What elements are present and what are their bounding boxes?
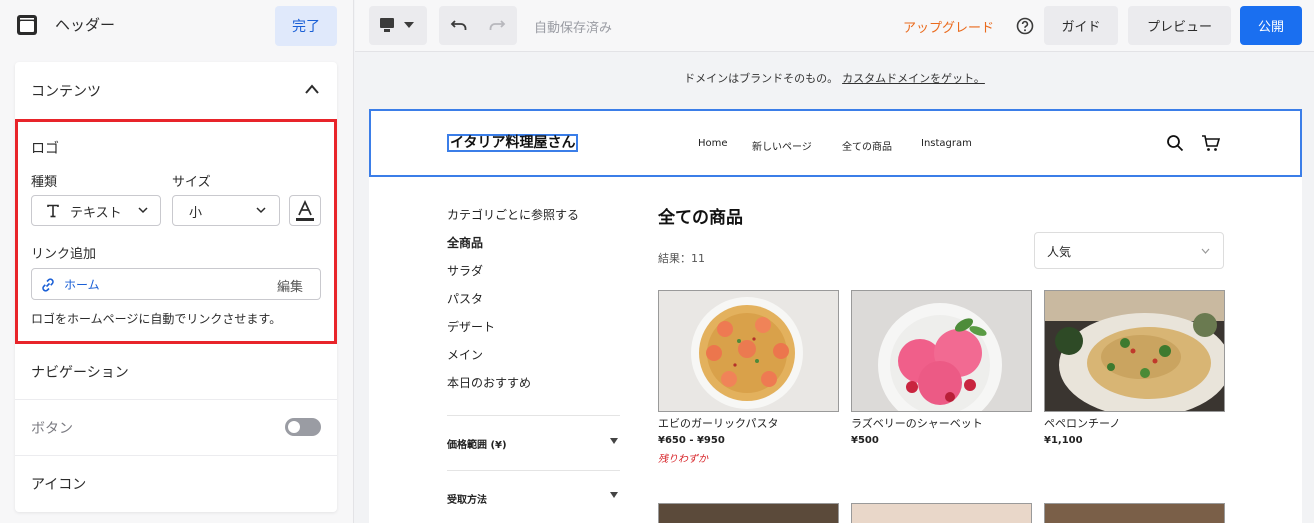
nav-home[interactable]: Home xyxy=(698,138,728,149)
contents-section-title: コンテンツ xyxy=(31,84,101,100)
guide-button[interactable]: ガイド xyxy=(1044,6,1118,45)
panel-header: ヘッダー 完了 xyxy=(0,0,354,52)
product-name[interactable]: ラズベリーのシャーベット xyxy=(851,415,983,431)
font-color-icon xyxy=(296,200,314,221)
product-image[interactable] xyxy=(851,290,1032,412)
category-salad[interactable]: サラダ xyxy=(447,262,483,279)
font-color-button[interactable] xyxy=(289,195,321,226)
product-name[interactable]: ペペロンチーノ xyxy=(1044,415,1120,431)
navigation-section[interactable]: ナビゲーション xyxy=(31,362,129,382)
divider xyxy=(15,399,337,400)
settings-panel: ヘッダー 完了 コンテンツ ロゴ 種類 サイズ テキスト 小 リンク追加 ホーム… xyxy=(0,0,354,523)
logo-link-value: ホーム xyxy=(64,278,100,292)
desktop-icon xyxy=(380,18,414,32)
chevron-down-icon xyxy=(138,207,148,214)
history-controls xyxy=(439,6,517,45)
icon-section[interactable]: アイコン xyxy=(31,474,86,494)
category-main[interactable]: メイン xyxy=(447,346,483,363)
logo-link-hint: ロゴをホームページに自動でリンクさせます。 xyxy=(31,312,282,326)
chevron-down-icon xyxy=(256,207,266,214)
product-price: ¥500 xyxy=(851,435,879,446)
link-icon xyxy=(42,278,54,292)
custom-domain-link[interactable]: カスタムドメインをゲット。 xyxy=(842,72,985,85)
product-image[interactable] xyxy=(658,290,839,412)
logo-link-field[interactable]: ホーム 編集 xyxy=(31,268,321,300)
logo-section-title: ロゴ xyxy=(31,141,59,157)
size-label: サイズ xyxy=(172,175,211,190)
done-button[interactable]: 完了 xyxy=(275,6,337,46)
undo-icon[interactable] xyxy=(450,18,468,32)
low-stock-badge: 残りわずか xyxy=(658,454,708,465)
upgrade-link[interactable]: アップグレード xyxy=(903,17,994,36)
logo-size-value: 小 xyxy=(189,206,203,221)
category-today[interactable]: 本日のおすすめ xyxy=(447,374,531,391)
logo-type-value: テキスト xyxy=(70,206,122,221)
search-icon[interactable] xyxy=(1166,134,1184,152)
redo-icon[interactable] xyxy=(488,18,506,32)
pickup-filter[interactable]: 受取方法 xyxy=(447,491,487,506)
site-preview: イタリア料理屋さん Home 新しいページ 全ての商品 Instagram カテ… xyxy=(369,109,1302,523)
site-logo[interactable]: イタリア料理屋さん xyxy=(447,134,579,152)
contents-card: コンテンツ ロゴ 種類 サイズ テキスト 小 リンク追加 ホーム 編集 ロゴをホ… xyxy=(15,62,337,512)
nav-all-products[interactable]: 全ての商品 xyxy=(842,138,892,153)
cart-icon[interactable] xyxy=(1201,134,1221,152)
sort-value: 人気 xyxy=(1047,245,1072,259)
shrimp-pasta-photo xyxy=(659,291,838,411)
help-icon[interactable] xyxy=(1016,17,1034,35)
product-image[interactable] xyxy=(658,503,839,523)
raspberry-sorbet-photo xyxy=(852,291,1031,411)
nav-instagram[interactable]: Instagram xyxy=(921,138,972,149)
caret-down-icon[interactable] xyxy=(610,492,618,498)
divider xyxy=(447,470,620,471)
autosave-status: 自動保存済み xyxy=(534,21,613,36)
edit-link-button[interactable]: 編集 xyxy=(277,276,303,295)
product-name[interactable]: エビのガーリックパスタ xyxy=(658,415,778,431)
button-section: ボタン xyxy=(31,421,73,437)
text-type-icon xyxy=(47,204,59,218)
panel-title: ヘッダー xyxy=(55,16,116,34)
peperoncino-photo xyxy=(1045,291,1224,411)
product-image[interactable] xyxy=(1044,503,1225,523)
product-image[interactable] xyxy=(1044,290,1225,412)
domain-banner: ドメインはブランドそのもの。 カスタムドメインをゲット。 xyxy=(355,70,1314,86)
divider xyxy=(447,415,620,416)
chevron-up-icon[interactable] xyxy=(303,82,321,96)
button-toggle[interactable] xyxy=(285,418,321,436)
result-count: 結果：11 xyxy=(658,252,705,265)
category-dessert[interactable]: デザート xyxy=(447,318,495,335)
device-switcher-button[interactable] xyxy=(369,6,427,45)
editor-toolbar: 自動保存済み アップグレード ガイド プレビュー 公開 xyxy=(355,0,1314,52)
category-all[interactable]: 全商品 xyxy=(447,234,483,251)
logo-size-select[interactable]: 小 xyxy=(172,195,280,226)
preview-button[interactable]: プレビュー xyxy=(1128,6,1231,45)
caret-down-icon[interactable] xyxy=(610,438,618,444)
publish-button[interactable]: 公開 xyxy=(1240,6,1302,45)
nav-new-page[interactable]: 新しいページ xyxy=(752,138,812,153)
header-section-icon xyxy=(17,15,37,35)
category-pasta[interactable]: パスタ xyxy=(447,290,483,307)
price-filter[interactable]: 価格範囲 (¥) xyxy=(447,436,507,451)
chevron-down-icon xyxy=(1201,248,1210,254)
site-header-block[interactable]: イタリア料理屋さん Home 新しいページ 全ての商品 Instagram xyxy=(369,109,1302,177)
banner-text: ドメインはブランドそのもの。 xyxy=(684,72,839,85)
type-label: 種類 xyxy=(31,175,58,190)
divider xyxy=(15,455,337,456)
category-heading: カテゴリごとに参照する xyxy=(447,208,580,222)
logo-type-select[interactable]: テキスト xyxy=(31,195,161,226)
product-price: ¥1,100 xyxy=(1044,435,1083,446)
logo-settings: ロゴ 種類 サイズ テキスト 小 リンク追加 ホーム 編集 ロゴをホームページに… xyxy=(15,119,337,344)
sort-select[interactable]: 人気 xyxy=(1034,232,1224,269)
product-price: ¥650 - ¥950 xyxy=(658,435,725,446)
product-image[interactable] xyxy=(851,503,1032,523)
toggle-knob xyxy=(288,421,300,433)
page-title: 全ての商品 xyxy=(658,208,743,228)
link-label: リンク追加 xyxy=(31,247,97,262)
